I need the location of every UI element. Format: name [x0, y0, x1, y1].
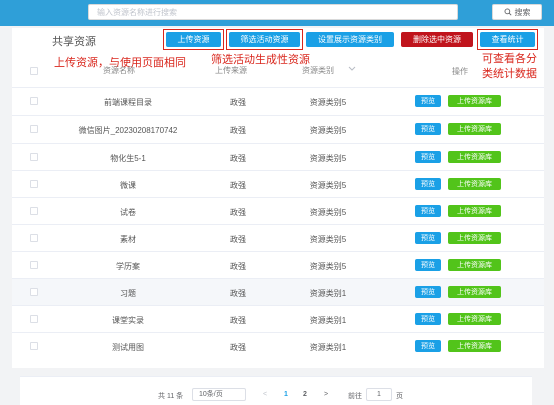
- resource-source: 政强: [230, 343, 246, 352]
- preview-button[interactable]: 预览: [415, 123, 441, 135]
- row-checkbox[interactable]: [30, 207, 38, 215]
- resource-name: 前端课程目录: [104, 98, 152, 107]
- resource-name: 物化生5-1: [110, 154, 146, 163]
- upload-to-library-button[interactable]: 上传资源库: [448, 205, 501, 217]
- row-checkbox[interactable]: [30, 288, 38, 296]
- resource-type: 资源类别5: [309, 98, 347, 107]
- preview-button[interactable]: 预览: [415, 232, 441, 244]
- search-input[interactable]: [88, 4, 458, 20]
- table-row: 习题 政强 资源类别1 预览 上传资源库: [12, 278, 544, 305]
- upload-to-library-button[interactable]: 上传资源库: [448, 313, 501, 325]
- pagination-total: 共 11 条: [158, 393, 184, 400]
- resource-source: 政强: [230, 262, 246, 271]
- preview-button[interactable]: 预览: [415, 178, 441, 190]
- table-row: 物化生5-1 政强 资源类别5 预览 上传资源库: [12, 143, 544, 170]
- resource-name: 试卷: [120, 208, 136, 217]
- upload-to-library-button[interactable]: 上传资源库: [448, 340, 501, 352]
- annotation-stats-line1: 可查看各分: [482, 53, 537, 65]
- search-button[interactable]: 搜索: [492, 4, 542, 20]
- upload-to-library-button[interactable]: 上传资源库: [448, 123, 501, 135]
- resource-name: 学历案: [116, 262, 140, 271]
- table-row: 微信图片_20230208170742 政强 资源类别5 预览 上传资源库: [12, 115, 544, 142]
- annotation-stats-line2: 类统计数据: [482, 68, 537, 80]
- preview-button[interactable]: 预览: [415, 95, 441, 107]
- upload-to-library-button[interactable]: 上传资源库: [448, 95, 501, 107]
- upload-to-library-button[interactable]: 上传资源库: [448, 232, 501, 244]
- goto-page-input[interactable]: 1: [366, 388, 392, 401]
- resource-type: 资源类别5: [309, 208, 347, 217]
- resource-source: 政强: [230, 208, 246, 217]
- resource-name: 素材: [120, 235, 136, 244]
- resource-type: 资源类别1: [309, 316, 347, 325]
- highlight-box-stats: [477, 29, 538, 50]
- goto-label: 前往: [348, 393, 362, 400]
- row-checkbox[interactable]: [30, 261, 38, 269]
- resource-source: 政强: [230, 316, 246, 325]
- highlight-box-upload: [163, 29, 224, 50]
- resource-source: 政强: [230, 126, 246, 135]
- header-action: 操作: [452, 67, 468, 76]
- next-page-button[interactable]: >: [324, 391, 328, 398]
- preview-button[interactable]: 预览: [415, 259, 441, 271]
- upload-to-library-button[interactable]: 上传资源库: [448, 178, 501, 190]
- table-row: 课堂实录 政强 资源类别1 预览 上传资源库: [12, 305, 544, 332]
- page-size-value: 10条/页: [199, 391, 223, 398]
- delete-selected-button[interactable]: 删除选中资源: [401, 32, 473, 47]
- preview-button[interactable]: 预览: [415, 313, 441, 325]
- resource-type: 资源类别1: [309, 289, 347, 298]
- upload-to-library-button[interactable]: 上传资源库: [448, 259, 501, 271]
- row-checkbox[interactable]: [30, 234, 38, 242]
- resource-source: 政强: [230, 289, 246, 298]
- row-checkbox[interactable]: [30, 180, 38, 188]
- table-row: 试卷 政强 资源类别5 预览 上传资源库: [12, 197, 544, 224]
- prev-page-button[interactable]: <: [263, 391, 267, 398]
- select-all-checkbox[interactable]: [30, 67, 38, 75]
- set-display-category-button[interactable]: 设置展示资源类别: [306, 32, 394, 47]
- resource-source: 政强: [230, 235, 246, 244]
- search-button-label: 搜索: [514, 7, 531, 17]
- search-icon: [504, 8, 512, 16]
- header-name: 资源名称: [103, 66, 135, 75]
- resource-source: 政强: [230, 181, 246, 190]
- preview-button[interactable]: 预览: [415, 340, 441, 352]
- resource-name: 课堂实录: [112, 316, 144, 325]
- pagination: 共 11 条 10条/页 < 1 2 > 前往 1 页: [20, 376, 532, 405]
- resource-name: 习题: [120, 289, 136, 298]
- table-row: 前端课程目录 政强 资源类别5 预览 上传资源库: [12, 87, 544, 114]
- resource-name: 测试用图: [112, 343, 144, 352]
- resource-type: 资源类别1: [309, 343, 347, 352]
- preview-button[interactable]: 预览: [415, 151, 441, 163]
- resource-name: 微课: [120, 181, 136, 190]
- header-type: 资源类别: [302, 66, 334, 75]
- table-row: 测试用图 政强 资源类别1 预览 上传资源库: [12, 332, 544, 359]
- table-row: 微课 政强 资源类别5 预览 上传资源库: [12, 170, 544, 197]
- resource-name: 微信图片_20230208170742: [78, 126, 178, 135]
- header-source: 上传来源: [215, 66, 247, 75]
- resource-type: 资源类别5: [309, 154, 347, 163]
- chevron-down-icon[interactable]: [348, 66, 356, 72]
- page-unit-label: 页: [396, 393, 403, 400]
- upload-to-library-button[interactable]: 上传资源库: [448, 286, 501, 298]
- page-1-button[interactable]: 1: [284, 391, 288, 398]
- row-checkbox[interactable]: [30, 153, 38, 161]
- page-size-select[interactable]: 10条/页: [192, 388, 246, 401]
- highlight-box-filter: [226, 29, 303, 50]
- preview-button[interactable]: 预览: [415, 205, 441, 217]
- page-2-button[interactable]: 2: [303, 391, 307, 398]
- resource-type: 资源类别5: [309, 181, 347, 190]
- resource-source: 政强: [230, 154, 246, 163]
- row-checkbox[interactable]: [30, 315, 38, 323]
- resource-type: 资源类别5: [309, 262, 347, 271]
- row-checkbox[interactable]: [30, 342, 38, 350]
- preview-button[interactable]: 预览: [415, 286, 441, 298]
- table-row: 学历案 政强 资源类别5 预览 上传资源库: [12, 251, 544, 278]
- page-title: 共享资源: [52, 36, 96, 48]
- resource-source: 政强: [230, 98, 246, 107]
- upload-to-library-button[interactable]: 上传资源库: [448, 151, 501, 163]
- resource-type: 资源类别5: [309, 235, 347, 244]
- table-row: 素材 政强 资源类别5 预览 上传资源库: [12, 224, 544, 251]
- row-checkbox[interactable]: [30, 97, 38, 105]
- resource-type: 资源类别5: [309, 126, 347, 135]
- row-checkbox[interactable]: [30, 125, 38, 133]
